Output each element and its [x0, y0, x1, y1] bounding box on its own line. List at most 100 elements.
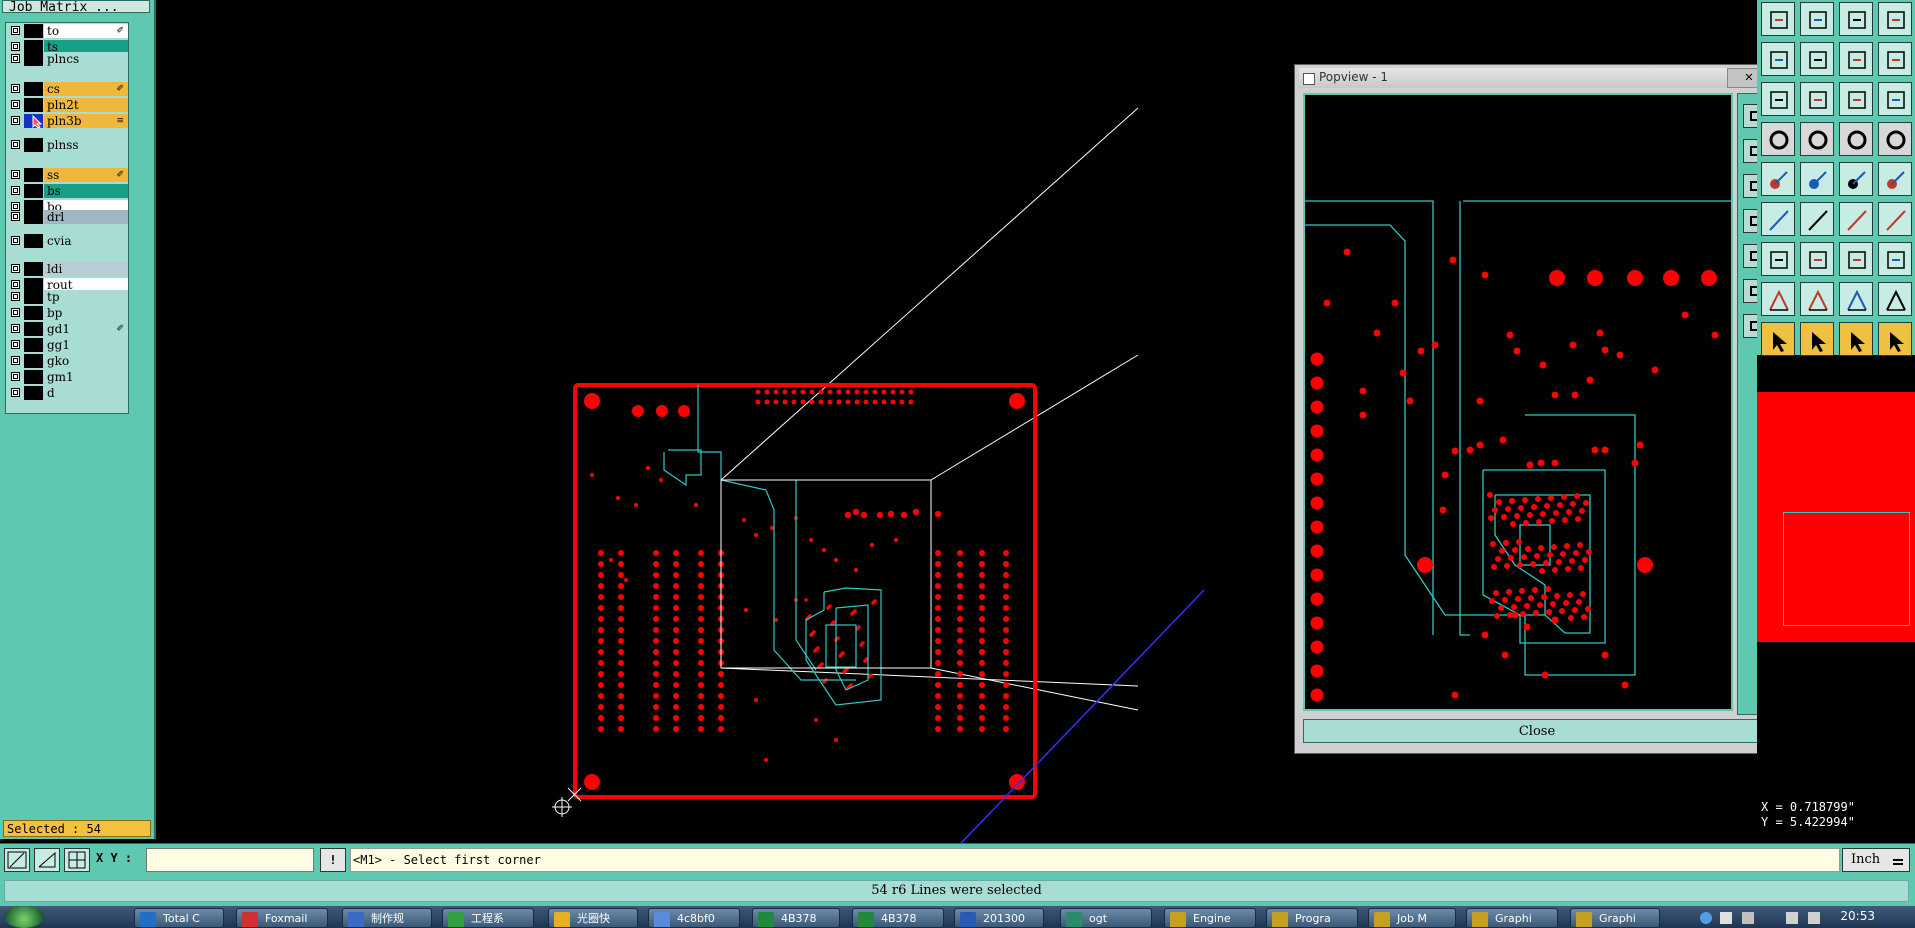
- tray-flag-icon[interactable]: [1786, 912, 1798, 924]
- tool-dimension-button[interactable]: [1839, 242, 1873, 276]
- layer-active-toggle[interactable]: [24, 322, 43, 336]
- layer-row-ldi[interactable]: ldi: [6, 261, 128, 277]
- layer-checkbox[interactable]: [11, 54, 20, 63]
- layer-active-toggle[interactable]: [24, 138, 43, 152]
- tool-pointer-c-button[interactable]: [1839, 322, 1873, 356]
- tray-volume-icon[interactable]: [1808, 912, 1820, 924]
- taskbar-item[interactable]: 4c8bf0: [648, 908, 740, 928]
- layer-active-toggle[interactable]: [24, 52, 43, 66]
- tool-flip-button[interactable]: [1878, 2, 1912, 36]
- layer-active-toggle[interactable]: [24, 168, 43, 182]
- layer-active-toggle[interactable]: [24, 184, 43, 198]
- layer-row-bp[interactable]: bp: [6, 305, 128, 321]
- snap-mode-button[interactable]: [4, 848, 30, 872]
- layer-checkbox[interactable]: [11, 236, 20, 245]
- taskbar-item[interactable]: 工程系: [442, 908, 534, 928]
- layer-row-gd1[interactable]: gd1 ✐: [6, 321, 128, 337]
- tool-pin-blue-button[interactable]: [1761, 162, 1795, 196]
- tool-cross-blue-button[interactable]: [1800, 162, 1834, 196]
- tool-rect-select-button[interactable]: [1800, 122, 1834, 156]
- tool-box-cyan-button[interactable]: [1878, 242, 1912, 276]
- tool-triangle-blue-button[interactable]: [1800, 282, 1834, 316]
- tool-triangle-red-button[interactable]: [1761, 282, 1795, 316]
- layer-row-pln2t[interactable]: pln2t: [6, 97, 128, 113]
- layer-checkbox[interactable]: [11, 264, 20, 273]
- layer-active-toggle[interactable]: [24, 234, 43, 248]
- layer-checkbox[interactable]: [11, 42, 20, 51]
- tool-arch-red-button[interactable]: [1878, 282, 1912, 316]
- layer-checkbox[interactable]: [11, 280, 20, 289]
- tool-line-draw-button[interactable]: [1761, 202, 1795, 236]
- tool-snap-f-button[interactable]: [1878, 202, 1912, 236]
- tool-rotate-button[interactable]: [1839, 2, 1873, 36]
- start-button-icon[interactable]: [4, 906, 44, 928]
- graphic-editor-canvas[interactable]: Popview - 1 ✕ Close: [156, 0, 1780, 843]
- taskbar-item[interactable]: Progra: [1266, 908, 1358, 928]
- taskbar-item[interactable]: Total C: [134, 908, 224, 928]
- layer-checkbox[interactable]: [11, 372, 20, 381]
- layer-active-toggle[interactable]: [24, 262, 43, 276]
- layer-active-toggle[interactable]: [24, 306, 43, 320]
- grid-mode-button[interactable]: [64, 848, 90, 872]
- minimap-viewport-frame[interactable]: [1783, 512, 1910, 626]
- tool-fit-window-button[interactable]: [1761, 42, 1795, 76]
- popview-title-bar[interactable]: Popview - 1 ✕: [1299, 68, 1773, 88]
- tool-scale-button[interactable]: [1839, 42, 1873, 76]
- tray-network-icon[interactable]: [1700, 912, 1712, 924]
- popview-zoom-view[interactable]: [1303, 93, 1733, 750]
- units-selector[interactable]: Inch: [1842, 848, 1910, 872]
- layer-row-to[interactable]: to ✐: [6, 23, 128, 39]
- layer-row-plncs[interactable]: plncs: [6, 51, 128, 67]
- layer-active-toggle[interactable]: [24, 386, 43, 400]
- tool-pointer-d-button[interactable]: [1878, 322, 1912, 356]
- layer-active-toggle[interactable]: [24, 24, 43, 38]
- tool-line-style-button[interactable]: [1839, 122, 1873, 156]
- tool-align-left-button[interactable]: [1761, 2, 1795, 36]
- taskbar-item[interactable]: 制作规: [342, 908, 432, 928]
- taskbar-item[interactable]: Graphi: [1570, 908, 1660, 928]
- tray-window-icon[interactable]: [1742, 912, 1754, 924]
- layer-checkbox[interactable]: [11, 26, 20, 35]
- tool-line-draw-b-button[interactable]: [1800, 202, 1834, 236]
- tool-align-right-button[interactable]: [1800, 2, 1834, 36]
- layer-checkbox[interactable]: [11, 292, 20, 301]
- tool-pointer-b-button[interactable]: [1800, 322, 1834, 356]
- taskbar-item[interactable]: Graphi: [1466, 908, 1558, 928]
- job-matrix-title[interactable]: Job Matrix ...: [2, 0, 150, 13]
- layer-row-gg1[interactable]: gg1: [6, 337, 128, 353]
- tray-help-icon[interactable]: [1720, 912, 1732, 924]
- taskbar-item[interactable]: 4B378: [752, 908, 840, 928]
- layer-checkbox[interactable]: [11, 140, 20, 149]
- overview-minimap[interactable]: [1757, 392, 1915, 642]
- tool-dot-red-b-button[interactable]: [1878, 162, 1912, 196]
- layer-checkbox[interactable]: [11, 170, 20, 179]
- popview-close-button[interactable]: Close: [1303, 719, 1771, 743]
- layer-row-gko[interactable]: gko: [6, 353, 128, 369]
- taskbar-clock[interactable]: 20:53: [1840, 909, 1875, 923]
- layer-row-drl[interactable]: drl: [6, 209, 128, 225]
- taskbar-item[interactable]: Foxmail: [236, 908, 328, 928]
- tool-copy-window-button[interactable]: [1878, 42, 1912, 76]
- tool-dot-red-button[interactable]: [1839, 162, 1873, 196]
- layer-row-pln3b[interactable]: pln3b ≡: [6, 113, 128, 129]
- layer-row-cvia[interactable]: cvia: [6, 233, 128, 249]
- taskbar-item[interactable]: 201300: [954, 908, 1044, 928]
- layer-checkbox[interactable]: [11, 356, 20, 365]
- layer-checkbox[interactable]: [11, 212, 20, 221]
- layer-row-tp[interactable]: tp: [6, 289, 128, 305]
- layer-checkbox[interactable]: [11, 324, 20, 333]
- layer-active-toggle[interactable]: [24, 338, 43, 352]
- layer-checkbox[interactable]: [11, 84, 20, 93]
- layer-active-toggle[interactable]: [24, 114, 43, 129]
- layer-row-cs[interactable]: cs ✐: [6, 81, 128, 97]
- tool-move-red-button[interactable]: [1761, 242, 1795, 276]
- layer-active-toggle[interactable]: [24, 210, 43, 224]
- measure-mode-button[interactable]: [34, 848, 60, 872]
- layer-checkbox[interactable]: [11, 116, 20, 125]
- layer-checkbox[interactable]: [11, 308, 20, 317]
- taskbar-item[interactable]: ogt: [1060, 908, 1152, 928]
- tool-pointer-button[interactable]: [1761, 322, 1795, 356]
- tool-pan-button[interactable]: [1800, 42, 1834, 76]
- layer-row-d[interactable]: d: [6, 385, 128, 401]
- tool-probe-button[interactable]: [1800, 82, 1834, 116]
